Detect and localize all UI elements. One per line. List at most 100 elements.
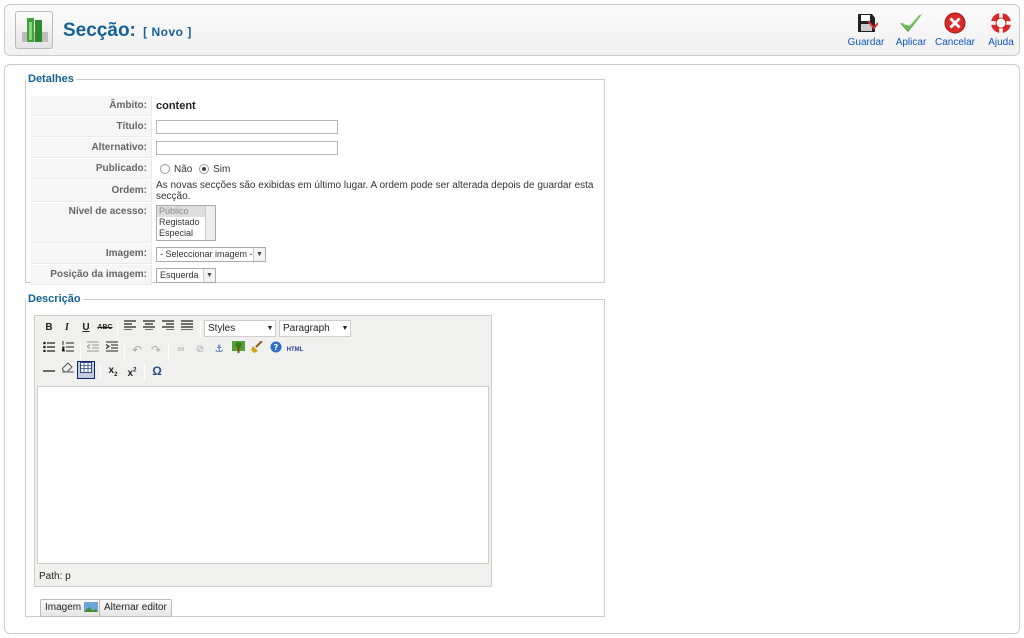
toolbar-separator: [124, 343, 125, 359]
image-select[interactable]: - Seleccionar imagem - ▼: [156, 246, 266, 262]
cleanup-broom-icon: [250, 340, 263, 353]
toolbar-separator: [117, 321, 118, 337]
svg-text:?: ?: [274, 343, 279, 352]
insert-image-button[interactable]: [229, 341, 247, 359]
published-no-radio[interactable]: [160, 163, 170, 174]
bullet-list-icon: [43, 341, 55, 353]
align-left-button[interactable]: [121, 319, 139, 337]
cleanup-button[interactable]: [248, 340, 266, 359]
apply-button[interactable]: Aplicar: [891, 11, 931, 53]
underline-button[interactable]: U: [77, 319, 95, 337]
outdent-button[interactable]: [84, 341, 102, 359]
align-center-button[interactable]: [140, 319, 158, 337]
toolbar-separator: [200, 321, 201, 337]
title-input[interactable]: [156, 120, 338, 134]
page-title: Secção: [ Novo ]: [63, 20, 192, 42]
details-table: Âmbito: content Título: Alternativo: Pub…: [30, 95, 604, 286]
published-label: Publicado:: [31, 159, 152, 179]
redo-button[interactable]: ↷: [147, 341, 165, 359]
row-scope: Âmbito: content: [31, 96, 603, 116]
undo-icon: ↶: [131, 343, 143, 357]
anchor-icon: ⚓: [214, 344, 224, 355]
save-icon: [858, 14, 878, 32]
help-circle-icon: ?: [270, 341, 282, 353]
chevron-down-icon: ▼: [253, 247, 265, 261]
html-icon: HTML: [286, 347, 304, 353]
align-center-icon: [143, 320, 155, 331]
numbered-list-icon: [61, 341, 74, 352]
special-char-button[interactable]: Ω: [148, 362, 166, 380]
alias-label: Alternativo:: [31, 138, 152, 158]
strikethrough-icon: ABC: [97, 324, 113, 331]
bold-icon: B: [45, 322, 53, 333]
title-label: Título:: [31, 117, 152, 137]
toolbar-separator: [80, 343, 81, 359]
align-right-button[interactable]: [159, 319, 177, 337]
indent-button[interactable]: [103, 341, 121, 359]
link-icon: ∞: [177, 344, 185, 355]
justify-button[interactable]: [178, 319, 196, 337]
toolbar-separator: [168, 343, 169, 359]
bold-button[interactable]: B: [40, 319, 58, 337]
unlink-button[interactable]: ⊘: [191, 341, 209, 359]
remove-format-button[interactable]: [59, 362, 77, 380]
numbered-list-button[interactable]: [59, 341, 77, 359]
html-source-button[interactable]: HTML: [286, 341, 304, 359]
published-no-label: Não: [174, 163, 193, 175]
outdent-icon: [86, 341, 99, 352]
toggle-editor-label: Alternar editor: [104, 602, 167, 613]
subscript-button[interactable]: x2: [104, 362, 122, 380]
help-editor-button[interactable]: ?: [267, 341, 285, 359]
justify-icon: [181, 320, 193, 331]
save-button[interactable]: Guardar: [843, 11, 889, 53]
subscript-icon: x2: [108, 365, 118, 378]
styles-select[interactable]: Styles ▼: [204, 320, 276, 337]
strikethrough-button[interactable]: ABC: [96, 319, 114, 337]
underline-icon: U: [82, 322, 90, 333]
format-value: Paragraph: [283, 323, 330, 334]
bullet-list-button[interactable]: [40, 341, 58, 359]
scope-value: content: [156, 100, 196, 112]
insert-image-extension-button[interactable]: Imagem: [40, 599, 103, 617]
cancel-icon: [944, 12, 966, 34]
toolbar-separator: [144, 364, 145, 380]
details-legend: Detalhes: [28, 73, 74, 85]
link-button[interactable]: ∞: [172, 341, 190, 359]
styles-value: Styles: [208, 323, 236, 334]
alias-input[interactable]: [156, 141, 338, 155]
editor-content-area[interactable]: [37, 386, 489, 564]
order-label: Ordem:: [31, 180, 152, 202]
undo-button[interactable]: ↶: [128, 341, 146, 359]
published-yes-radio[interactable]: [199, 163, 210, 174]
chevron-down-icon: ▼: [266, 325, 274, 332]
page-subtitle: [ Novo ]: [143, 25, 192, 39]
redo-icon: ↷: [150, 343, 162, 357]
access-label: Nível de acesso:: [31, 203, 152, 243]
row-published: Publicado: Não Sim: [31, 159, 603, 179]
toggle-editor-button[interactable]: Alternar editor: [99, 599, 172, 617]
horizontal-rule-button[interactable]: [40, 362, 58, 380]
insert-image-icon: [231, 341, 245, 353]
save-label: Guardar: [847, 37, 885, 48]
format-select[interactable]: Paragraph ▼: [279, 320, 351, 337]
cancel-button[interactable]: Cancelar: [933, 11, 977, 53]
editor-path: Path: p: [39, 571, 71, 582]
superscript-icon: x2: [127, 368, 137, 380]
help-button[interactable]: Ajuda: [981, 11, 1021, 53]
superscript-button[interactable]: x2: [123, 362, 141, 380]
access-listbox[interactable]: Público Registado Especial: [156, 205, 216, 241]
description-legend: Descrição: [28, 293, 81, 305]
row-alias: Alternativo:: [31, 138, 603, 158]
unlink-icon: ⊘: [195, 344, 205, 355]
toolbar-separator: [100, 364, 101, 380]
indent-icon: [105, 341, 118, 352]
visual-aid-button[interactable]: [77, 361, 95, 379]
align-right-icon: [162, 320, 174, 331]
page-header: Secção: [ Novo ] Guardar Aplicar Cancela…: [4, 4, 1020, 56]
anchor-button[interactable]: ⚓: [210, 341, 228, 359]
row-title: Título:: [31, 117, 603, 137]
image-position-select[interactable]: Esquerda ▼: [156, 267, 216, 283]
wysiwyg-editor: B I U ABC Styles ▼ Paragraph ▼ ↶ ↷ ∞ ⊘ ⚓…: [34, 315, 492, 587]
access-listbox-scrollbar[interactable]: [205, 206, 215, 240]
italic-button[interactable]: I: [58, 319, 76, 337]
